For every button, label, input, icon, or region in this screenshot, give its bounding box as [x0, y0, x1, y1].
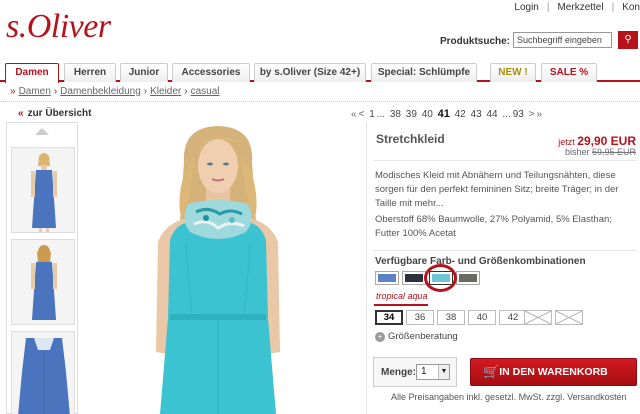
swatch-fill: [459, 274, 477, 282]
thumbnail-front[interactable]: [11, 147, 75, 233]
pager-page-last[interactable]: 93: [513, 109, 524, 120]
color-swatch-blue[interactable]: [375, 271, 399, 285]
was-prefix: bisher: [564, 147, 590, 157]
quantity-value: 1: [421, 366, 427, 377]
search-input[interactable]: [513, 32, 612, 48]
link-separator: |: [611, 2, 615, 13]
size-option-unavailable: [524, 310, 552, 325]
previous-price: bisher 59,95 EUR: [565, 147, 636, 157]
contact-link[interactable]: Kon: [622, 2, 640, 13]
pager-next[interactable]: >: [529, 109, 535, 120]
size-option-38[interactable]: 38: [437, 310, 465, 325]
color-underline: [374, 304, 428, 306]
back-label: zur Übersicht: [27, 108, 92, 119]
selected-color-name: tropical aqua: [376, 291, 428, 301]
size-option-unavailable: [555, 310, 583, 325]
size-guide-link[interactable]: + Größenberatung: [375, 331, 458, 342]
divider: [373, 250, 637, 251]
product-title: Stretchkleid: [376, 132, 445, 146]
pager-ellipsis: ...: [502, 109, 511, 120]
tab-new[interactable]: NEW !: [490, 63, 536, 82]
size-option-36[interactable]: 36: [406, 310, 434, 325]
variants-heading: Verfügbare Farb- und Größenkombinationen: [375, 256, 586, 267]
price-prefix: jetzt: [558, 137, 575, 147]
pager-prev[interactable]: <: [359, 109, 365, 120]
thumbnail-detail[interactable]: [11, 331, 75, 414]
tab-special[interactable]: Special: Schlümpfe: [371, 63, 477, 82]
main-nav: Damen Herren Junior Accessories by s.Oli…: [0, 62, 640, 83]
search-label: Produktsuche:: [440, 36, 511, 47]
current-price: jetzt 29,90 EUR: [558, 134, 636, 148]
pager-first[interactable]: «: [351, 109, 357, 120]
vat-note: Alle Preisangaben inkl. gesetzl. MwSt. z…: [391, 392, 627, 402]
plus-icon: +: [375, 332, 385, 342]
chevron-down-icon: ▼: [438, 365, 449, 379]
wishlist-link[interactable]: Merkzettel: [557, 2, 603, 13]
search-button[interactable]: ⚲: [618, 31, 638, 49]
product-info-panel: Stretchkleid jetzt 29,90 EUR bisher 59,9…: [366, 122, 640, 414]
tab-junior[interactable]: Junior: [120, 63, 168, 82]
breadcrumb: » Damen › Damenbekleidung › Kleider › casual: [10, 86, 220, 97]
product-fabric: Oberstoff 68% Baumwolle, 27% Polyamid, 5…: [375, 214, 612, 239]
swatch-fill: [405, 274, 423, 282]
size-guide-label: Größenberatung: [388, 331, 458, 342]
thumbnail-column: [6, 122, 78, 414]
color-swatch-navy[interactable]: [402, 271, 426, 285]
product-description: Modisches Kleid mit Abnähern und Teilung…: [375, 170, 619, 209]
add-to-cart-label: IN DEN WARENKORB: [499, 366, 608, 378]
search-icon: ⚲: [624, 34, 632, 45]
pager-page[interactable]: 42: [455, 109, 466, 120]
breadcrumb-sep: ›: [143, 86, 148, 97]
breadcrumb-sep: ›: [53, 86, 58, 97]
pager-page[interactable]: 43: [471, 109, 482, 120]
pager-page[interactable]: 44: [486, 109, 497, 120]
breadcrumb-damenbekleidung[interactable]: Damenbekleidung: [60, 86, 141, 97]
thumbnail-back[interactable]: [11, 239, 75, 325]
size-option-40[interactable]: 40: [468, 310, 496, 325]
quantity-label: Menge:: [381, 367, 416, 378]
breadcrumb-sep: ›: [184, 86, 188, 97]
breadcrumb-arrow: »: [10, 86, 16, 97]
back-arrow-icon: «: [18, 108, 24, 119]
divider: [373, 160, 637, 161]
cart-icon: 🛒: [483, 364, 500, 379]
tab-accessories[interactable]: Accessories: [172, 63, 250, 82]
pagination: «< 1... 38 39 40 41 42 43 44 ... 93 >»: [351, 108, 544, 120]
quantity-box: Menge: 1 ▼: [373, 357, 457, 387]
pager-last[interactable]: »: [536, 109, 542, 120]
tab-sale[interactable]: SALE %: [541, 63, 597, 82]
login-link[interactable]: Login: [514, 2, 538, 13]
pager-page-1[interactable]: 1: [369, 109, 375, 120]
quantity-select[interactable]: 1 ▼: [416, 364, 450, 380]
product-main-image[interactable]: [96, 122, 364, 414]
pager-page[interactable]: 38: [390, 109, 401, 120]
price-value: 29,90 EUR: [577, 134, 636, 148]
color-swatch-olive[interactable]: [456, 271, 480, 285]
link-separator: |: [546, 2, 550, 13]
size-option-42[interactable]: 42: [499, 310, 527, 325]
selected-color-highlight: [424, 264, 457, 292]
divider: [0, 101, 640, 102]
breadcrumb-damen[interactable]: Damen: [19, 86, 51, 97]
add-to-cart-button[interactable]: 🛒 IN DEN WARENKORB: [470, 358, 637, 386]
was-value: 59,95 EUR: [591, 147, 636, 157]
tab-damen[interactable]: Damen: [5, 63, 59, 83]
back-to-overview-link[interactable]: «zur Übersicht: [18, 108, 91, 119]
tab-herren[interactable]: Herren: [64, 63, 116, 82]
thumbnail-scroll-up-icon[interactable]: [35, 128, 49, 135]
pager-current: 41: [437, 108, 450, 120]
breadcrumb-kleider[interactable]: Kleider: [150, 86, 181, 97]
top-links: Login | Merkzettel | Kon: [514, 2, 640, 13]
breadcrumb-casual[interactable]: casual: [191, 86, 220, 97]
tab-by-soliver[interactable]: by s.Oliver (Size 42+): [254, 63, 366, 82]
brand-logo[interactable]: s.Oliver: [6, 8, 111, 46]
pager-page[interactable]: 40: [422, 109, 433, 120]
swatch-fill: [378, 274, 396, 282]
pager-page[interactable]: 39: [406, 109, 417, 120]
pager-ellipsis: ...: [376, 109, 386, 120]
size-option-34[interactable]: 34: [375, 310, 403, 325]
